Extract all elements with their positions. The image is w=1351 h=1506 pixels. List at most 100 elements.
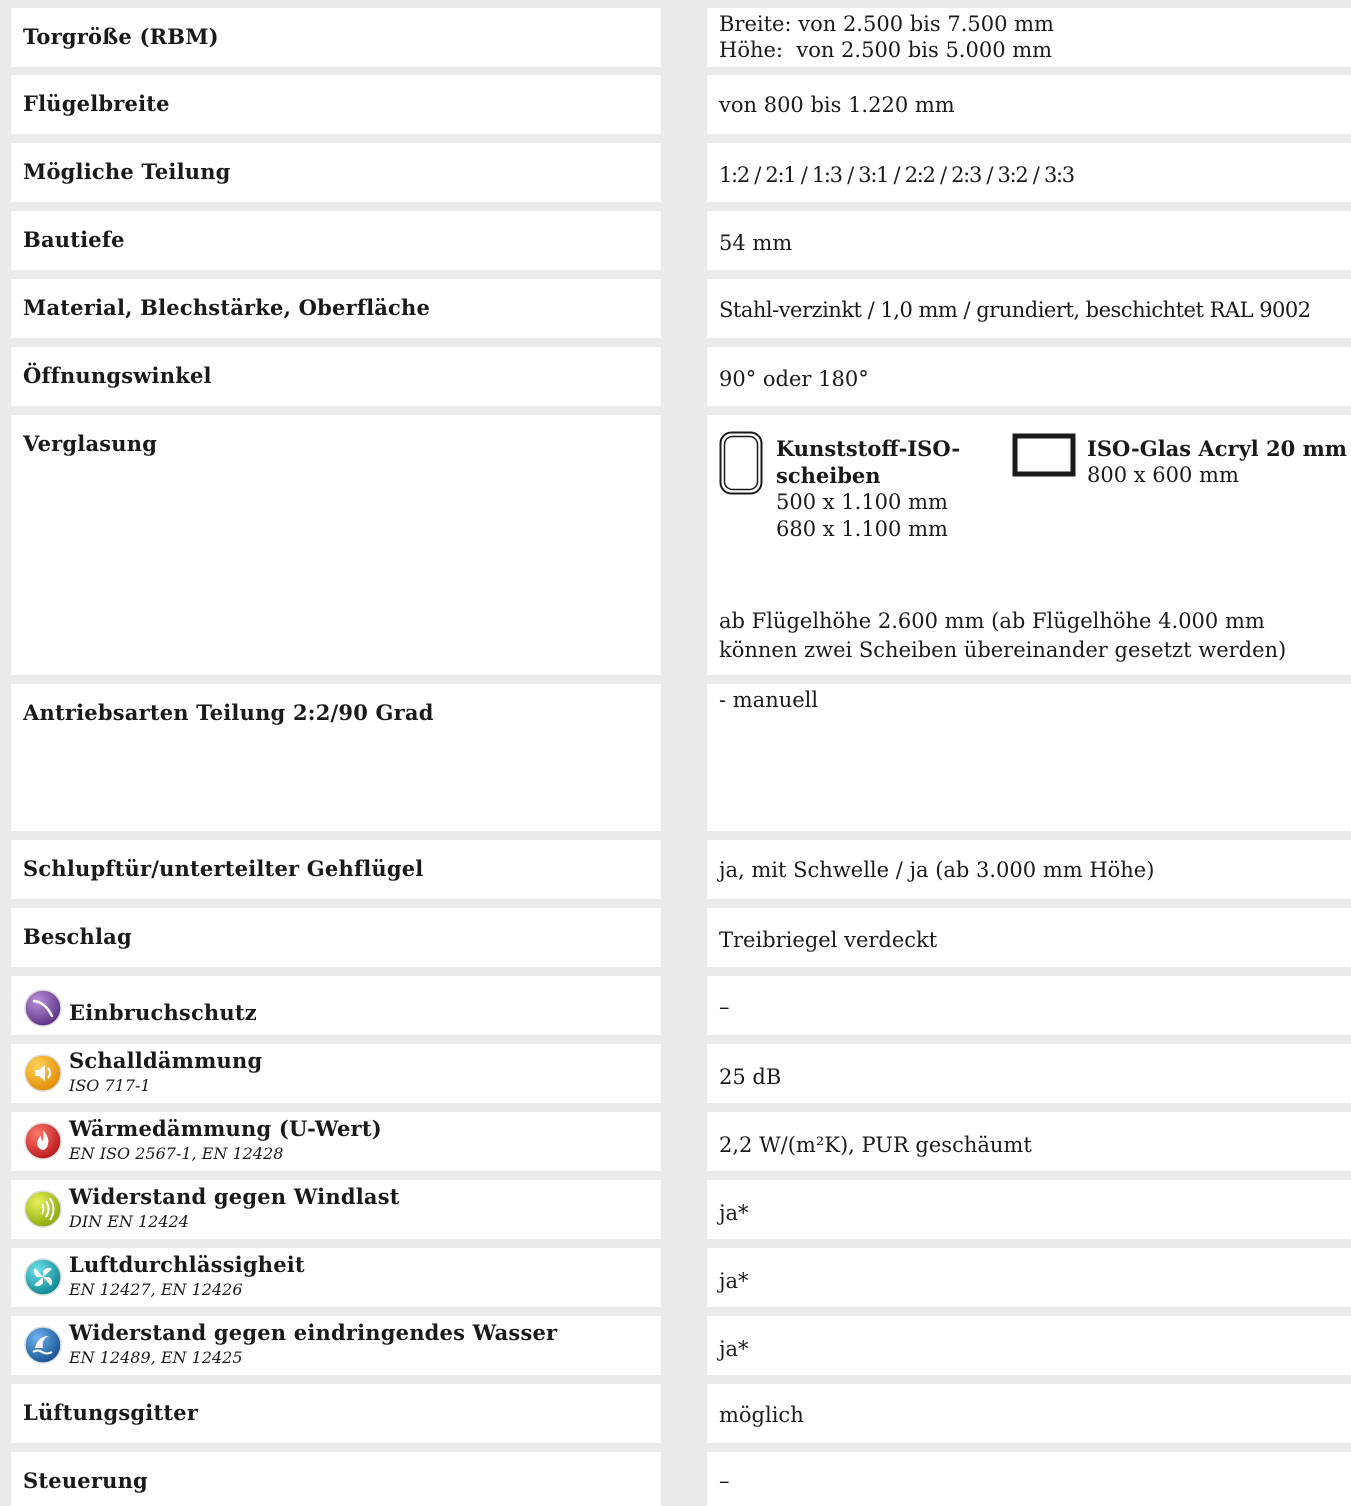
row-norm: EN ISO 2567-1, EN 12428 [69,1144,284,1163]
table-row: Beschlag Treibriegel verdeckt [0,908,1351,967]
value-cell: 1:2 / 2:1 / 1:3 / 3:1 / 2:2 / 2:3 / 3:2 … [707,143,1351,202]
label-cell: Öffnungswinkel [11,347,661,406]
table-row: Luftdurchlässigheit EN 12427, EN 12426 j… [0,1248,1351,1307]
glazing-option-acrylic: ISO-Glas Acryl 20 mm 800 x 600 mm [1087,435,1347,489]
thermal-insulation-icon [23,1121,63,1161]
row-value: - manuell [719,688,819,712]
row-value: ja* [719,1269,749,1293]
table-row: Antriebsarten Teilung 2:2/90 Grad - manu… [0,684,1351,831]
row-label: Einbruchschutz [69,1000,257,1025]
table-row: Widerstand gegen Windlast DIN EN 12424 j… [0,1180,1351,1239]
table-row: Widerstand gegen eindringendes Wasser EN… [0,1316,1351,1375]
row-value: ja* [719,1337,749,1361]
row-value: möglich [719,1403,804,1427]
row-label: Antriebsarten Teilung 2:2/90 Grad [23,700,434,725]
row-value: – [719,1469,730,1493]
glazing-size: 680 x 1.100 mm [776,517,948,541]
label-cell: Luftdurchlässigheit EN 12427, EN 12426 [11,1248,661,1307]
row-norm: EN 12427, EN 12426 [69,1280,243,1299]
row-value: ja, mit Schwelle / ja (ab 3.000 mm Höhe) [719,858,1155,882]
label-cell: Lüftungsgitter [11,1384,661,1443]
glazing-size: 800 x 600 mm [1087,463,1239,487]
table-row: Einbruchschutz – [0,976,1351,1035]
glazing-option-title: Kunststoff-ISO- [776,436,961,461]
value-cell: 54 mm [707,211,1351,270]
row-value: ja* [719,1201,749,1225]
table-row: Wärmedämmung (U-Wert) EN ISO 2567-1, EN … [0,1112,1351,1171]
table-row: Bautiefe 54 mm [0,211,1351,270]
label-cell: Beschlag [11,908,661,967]
row-value: Stahl-verzinkt / 1,0 mm / grundiert, bes… [719,298,1311,322]
value-cell: ja* [707,1316,1351,1375]
row-label: Luftdurchlässigheit [69,1252,305,1277]
row-label: Verglasung [23,431,158,456]
label-cell: Material, Blechstärke, Oberfläche [11,279,661,338]
table-row: Flügelbreite von 800 bis 1.220 mm [0,75,1351,134]
value-cell: 25 dB [707,1044,1351,1103]
label-cell: Einbruchschutz [11,976,661,1035]
row-value: Treibriegel verdeckt [719,928,938,952]
label-cell: Antriebsarten Teilung 2:2/90 Grad [11,684,661,831]
row-value: Breite: von 2.500 bis 7.500 mm [719,12,1054,36]
row-value: von 800 bis 1.220 mm [719,93,955,117]
value-cell: – [707,976,1351,1035]
row-label: Schalldämmung [69,1048,263,1073]
row-label: Lüftungsgitter [23,1400,199,1425]
table-row: Verglasung Kunststoff-ISO- scheiben 500 … [0,415,1351,675]
label-cell: Widerstand gegen eindringendes Wasser EN… [11,1316,661,1375]
row-label: Widerstand gegen Windlast [69,1184,400,1209]
glazing-option-title: scheiben [776,463,881,488]
glazing-option-title: ISO-Glas Acryl 20 mm [1087,436,1348,461]
table-row: Öffnungswinkel 90° oder 180° [0,347,1351,406]
value-cell: von 800 bis 1.220 mm [707,75,1351,134]
row-label: Beschlag [23,924,132,949]
wind-load-icon [23,1189,63,1229]
table-row: Steuerung – [0,1452,1351,1506]
row-norm: DIN EN 12424 [69,1212,189,1231]
value-cell: 90° oder 180° [707,347,1351,406]
label-cell: Mögliche Teilung [11,143,661,202]
row-norm: ISO 717-1 [69,1076,151,1095]
row-value: 1:2 / 2:1 / 1:3 / 3:1 / 2:2 / 2:3 / 3:2 … [719,163,1075,187]
glazing-size: 500 x 1.100 mm [776,490,948,514]
label-cell: Widerstand gegen Windlast DIN EN 12424 [11,1180,661,1239]
row-label: Torgröße (RBM) [23,24,219,49]
row-value: 90° oder 180° [719,367,869,391]
sound-insulation-icon [23,1053,63,1093]
value-cell: Breite: von 2.500 bis 7.500 mm Höhe: von… [707,8,1351,67]
water-resistance-icon [23,1325,63,1365]
row-label: Schlupftür/unterteilter Gehflügel [23,856,424,881]
value-cell: Treibriegel verdeckt [707,908,1351,967]
row-label: Flügelbreite [23,91,170,116]
value-cell: - manuell [707,684,1351,831]
label-cell: Bautiefe [11,211,661,270]
table-row: Lüftungsgitter möglich [0,1384,1351,1443]
row-label: Mögliche Teilung [23,159,231,184]
label-cell: Steuerung [11,1452,661,1506]
row-value: Höhe: von 2.500 bis 5.000 mm [719,38,1053,62]
value-cell: 2,2 W/(m²K), PUR geschäumt [707,1112,1351,1171]
label-cell: Wärmedämmung (U-Wert) EN ISO 2567-1, EN … [11,1112,661,1171]
row-value: 2,2 W/(m²K), PUR geschäumt [719,1133,1032,1157]
row-label: Öffnungswinkel [23,363,212,388]
row-value: 25 dB [719,1065,782,1089]
row-norm: EN 12489, EN 12425 [69,1348,243,1367]
table-row: Torgröße (RBM) Breite: von 2.500 bis 7.5… [0,8,1351,67]
value-cell: ja, mit Schwelle / ja (ab 3.000 mm Höhe) [707,840,1351,899]
label-cell: Verglasung [11,415,661,675]
glazing-note: ab Flügelhöhe 2.600 mm (ab Flügelhöhe 4.… [719,609,1265,633]
table-row: Schlupftür/unterteilter Gehflügel ja, mi… [0,840,1351,899]
label-cell: Schalldämmung ISO 717-1 [11,1044,661,1103]
row-label: Material, Blechstärke, Oberfläche [23,295,431,320]
air-permeability-icon [23,1257,63,1297]
row-value: – [719,995,730,1019]
value-cell: möglich [707,1384,1351,1443]
burglary-protection-icon [23,988,63,1028]
plastic-pane-icon [719,431,763,495]
value-cell: – [707,1452,1351,1506]
table-row: Material, Blechstärke, Oberfläche Stahl-… [0,279,1351,338]
glazing-option-plastic: Kunststoff-ISO- scheiben 500 x 1.100 mm … [776,435,960,543]
label-cell: Schlupftür/unterteilter Gehflügel [11,840,661,899]
value-cell: Stahl-verzinkt / 1,0 mm / grundiert, bes… [707,279,1351,338]
row-label: Widerstand gegen eindringendes Wasser [69,1320,558,1345]
